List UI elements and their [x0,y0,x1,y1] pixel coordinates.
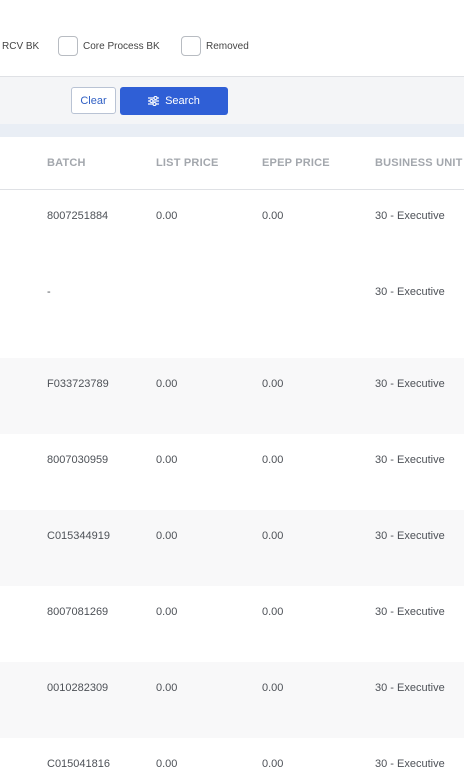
cell-list-price: 0.00 [156,378,178,390]
cell-epep-price: 0.00 [262,210,284,222]
action-bar: Clear Search [0,76,464,124]
table-row[interactable]: C015344919 0.00 0.00 30 - Executive [0,510,464,586]
cell-batch: 8007251884 [47,210,109,222]
core-process-bk-checkbox[interactable] [58,36,78,56]
cell-list-price: 0.00 [156,758,178,770]
cell-list-price: 0.00 [156,606,178,618]
cell-epep-price: 0.00 [262,682,284,694]
rcv-bk-label: RCV BK [2,41,40,52]
table-row[interactable]: 8007251884 0.00 0.00 30 - Executive [0,190,464,266]
removed-checkbox[interactable] [181,36,201,56]
filter-row: RCV BK Core Process BK Removed [0,0,464,77]
cell-business-unit: 30 - Executive [375,454,445,466]
table-row[interactable]: C015041816 0.00 0.00 30 - Executive [0,738,464,781]
cell-list-price: 0.00 [156,210,178,222]
clear-button[interactable]: Clear [71,87,116,114]
cell-epep-price: 0.00 [262,530,284,542]
cell-epep-price: 0.00 [262,606,284,618]
cell-batch: 8007081269 [47,606,109,618]
header-batch[interactable]: BATCH [47,157,86,169]
cell-business-unit: 30 - Executive [375,682,445,694]
cell-list-price: 0.00 [156,682,178,694]
cell-batch: 0010282309 [47,682,109,694]
header-business-unit[interactable]: BUSINESS UNIT [375,157,463,169]
search-button[interactable]: Search [120,87,228,115]
cell-list-price: 0.00 [156,530,178,542]
header-list-price[interactable]: LIST PRICE [156,157,219,169]
cell-business-unit: 30 - Executive [375,530,445,542]
table-row[interactable]: F033723789 0.00 0.00 30 - Executive [0,358,464,434]
table-row[interactable]: 8007081269 0.00 0.00 30 - Executive [0,586,464,662]
table-row[interactable]: - 30 - Executive [0,266,464,358]
search-button-label: Search [165,95,200,107]
table-row[interactable]: 0010282309 0.00 0.00 30 - Executive [0,662,464,738]
cell-epep-price: 0.00 [262,758,284,770]
cell-business-unit: 30 - Executive [375,606,445,618]
cell-batch: C015344919 [47,530,111,542]
cell-business-unit: 30 - Executive [375,286,445,298]
table-header: BATCH LIST PRICE EPEP PRICE BUSINESS UNI… [0,137,464,190]
removed-label: Removed [206,41,249,52]
cell-batch: - [47,286,51,298]
cell-batch: 8007030959 [47,454,109,466]
cell-epep-price: 0.00 [262,378,284,390]
sliders-icon [148,96,160,106]
header-epep-price[interactable]: EPEP PRICE [262,157,330,169]
core-process-bk-label: Core Process BK [83,41,160,52]
cell-epep-price: 0.00 [262,454,284,466]
table-top-strip [0,124,464,137]
cell-business-unit: 30 - Executive [375,758,445,770]
cell-batch: C015041816 [47,758,111,770]
cell-business-unit: 30 - Executive [375,210,445,222]
cell-business-unit: 30 - Executive [375,378,445,390]
table-row[interactable]: 8007030959 0.00 0.00 30 - Executive [0,434,464,510]
cell-list-price: 0.00 [156,454,178,466]
cell-batch: F033723789 [47,378,109,390]
